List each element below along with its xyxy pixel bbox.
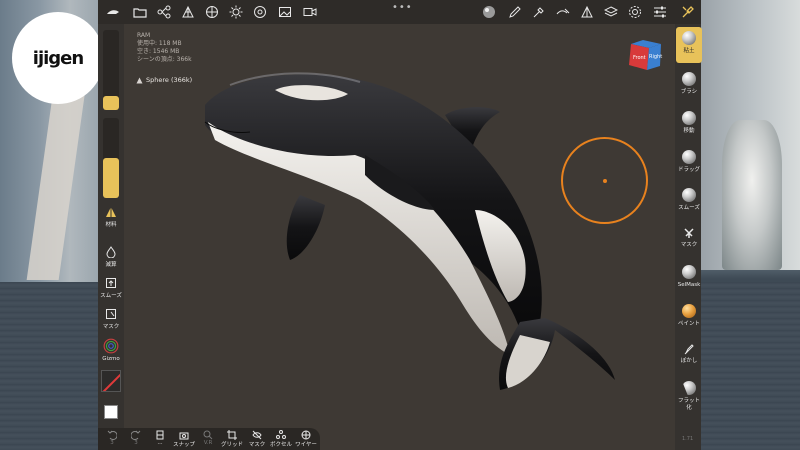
intensity-slider[interactable] [103,118,119,198]
tool-smooth[interactable]: スムーズ [676,188,702,212]
radius-slider[interactable] [103,30,119,110]
image-icon[interactable] [276,3,294,21]
drop-icon [106,246,116,258]
brush-center-dot [603,179,607,183]
orientation-cube[interactable]: Front Right [627,38,663,72]
video-icon[interactable] [301,3,319,21]
tool-drag[interactable]: ドラッグ [676,150,702,174]
stats-scene-vertices: シーンの頂点: 366k [137,56,192,63]
settings-icon[interactable] [626,3,644,21]
tool-paint[interactable]: ペイント [676,304,702,328]
memory-stats: RAM 使用中: 118 MB 空き: 1546 MB シーンの頂点: 366k [137,32,192,64]
undo-icon [107,430,117,440]
mask-icon [684,228,694,238]
subtract-button[interactable]: 減算 [98,246,124,268]
sphere-grid-icon[interactable] [203,3,221,21]
vr-button[interactable]: V.R [196,430,220,446]
smooth-icon [682,188,696,202]
layers-stack-icon [156,430,164,440]
stroke-icon[interactable] [578,3,596,21]
material-ball-icon[interactable] [480,3,498,21]
snap-button[interactable]: スナップ [172,430,196,448]
voxel-button[interactable]: ボクセル [269,430,293,448]
mask-square-icon [106,309,116,319]
voxel-icon [276,430,286,439]
nomad-logo-icon[interactable] [104,3,122,21]
color-swatch-none[interactable] [101,370,121,392]
color-swatch-white[interactable] [104,405,118,419]
postprocess-icon[interactable] [251,3,269,21]
environment-tree [722,120,782,270]
redo-icon [131,430,141,440]
selmask-icon [682,265,696,279]
move-icon [682,111,696,125]
topology-icon[interactable] [179,3,197,21]
logo-text: ijigen [32,47,84,69]
layers-icon[interactable] [602,3,620,21]
tool-flatten[interactable]: フラット化 [676,381,702,411]
sliders-icon[interactable] [651,3,669,21]
flatten-icon [682,381,696,395]
eye-off-icon [252,430,262,440]
wireframe-sphere-icon [301,430,311,440]
undo-button[interactable]: 3 [100,430,124,446]
smooth-toggle-button[interactable]: スムーズ [98,277,124,299]
smooth-icon [106,278,116,288]
intensity-slider-fill [103,158,119,198]
tools-icon[interactable] [679,3,697,21]
stats-used: 使用中: 118 MB [137,40,182,47]
crop-grid-icon [227,430,237,440]
tool-settings-icon[interactable] [554,3,572,21]
tool-brush[interactable]: ブラシ [676,72,702,96]
radius-slider-fill [103,96,119,110]
search-icon [203,430,213,440]
wireframe-button[interactable]: ワイヤー [294,430,318,448]
stats-free: 空き: 1546 MB [137,48,180,55]
camera-icon [179,432,189,440]
drag-handle[interactable]: ••• [392,2,413,13]
sun-icon[interactable] [227,3,245,21]
mesh-icon [136,77,143,83]
picker-icon[interactable] [530,3,548,21]
watermark-logo: ijigen [12,12,104,104]
version-label: 1.71 [682,436,694,442]
object-name: Sphere (366k) [146,76,193,84]
object-label[interactable]: Sphere (366k) [136,76,192,84]
clay-brush-icon [682,31,696,45]
tool-blur[interactable]: ぼかし [676,343,702,365]
gizmo-button[interactable]: Gizmo [98,338,124,362]
folder-icon[interactable] [131,3,149,21]
redo-button[interactable]: 3 [124,430,148,446]
tool-move[interactable]: 移動 [676,111,702,135]
drag-icon [682,150,696,164]
scene-graph-icon[interactable] [155,3,173,21]
gizmo-icon [103,338,119,354]
material-button[interactable]: 材料 [98,206,124,228]
mask-visibility-button[interactable]: マスク [245,430,269,448]
stats-ram: RAM [137,32,151,39]
paint-icon [682,304,696,318]
tool-clay[interactable]: 粘土 [676,27,702,63]
tool-selmask[interactable]: SelMask [676,265,702,289]
more-button[interactable]: ... [148,430,172,446]
mask-toggle-button[interactable]: マスク [98,308,124,330]
orca-model[interactable] [190,60,640,400]
material-icon [106,207,116,217]
grid-button[interactable]: グリッド [220,430,244,448]
tool-mask[interactable]: マスク [676,227,702,249]
cube-front-label: Front [633,55,646,61]
pen-icon[interactable] [506,3,524,21]
blur-icon [684,344,694,355]
cube-right-label: Right [649,54,662,60]
brush-icon [682,72,696,86]
